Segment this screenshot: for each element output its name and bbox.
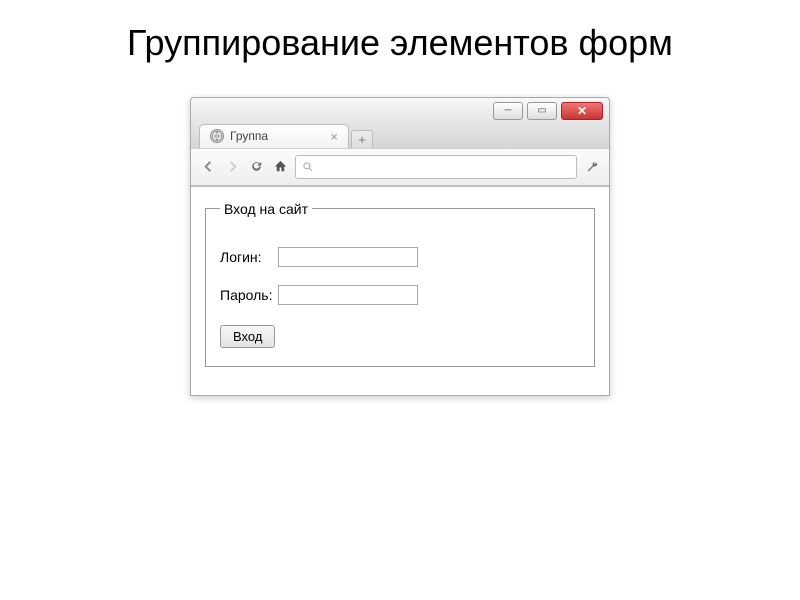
reload-icon[interactable]: [247, 158, 265, 176]
window-controls: ─ ▭ ✕: [191, 98, 609, 124]
navigation-toolbar: [191, 148, 609, 186]
password-label: Пароль:: [220, 287, 272, 303]
new-tab-button[interactable]: +: [351, 130, 373, 148]
browser-tab[interactable]: Группа ×: [199, 124, 349, 148]
login-row: Логин:: [220, 247, 580, 267]
search-icon: [302, 161, 314, 173]
browser-window: ─ ▭ ✕ Группа × +: [190, 97, 610, 396]
tab-bar: Группа × +: [191, 124, 609, 148]
home-icon[interactable]: [271, 158, 289, 176]
maximize-button[interactable]: ▭: [527, 102, 557, 120]
address-bar[interactable]: [295, 155, 577, 179]
wrench-icon[interactable]: [583, 158, 601, 176]
close-button[interactable]: ✕: [561, 102, 603, 120]
back-icon[interactable]: [199, 158, 217, 176]
globe-icon: [210, 129, 224, 143]
tab-close-icon[interactable]: ×: [330, 129, 338, 144]
password-row: Пароль:: [220, 285, 580, 305]
page-content: Вход на сайт Логин: Пароль: Вход: [191, 187, 609, 395]
login-label: Логин:: [220, 249, 272, 265]
submit-button[interactable]: Вход: [220, 325, 275, 348]
login-input[interactable]: [278, 247, 418, 267]
slide-title: Группирование элементов форм: [0, 0, 800, 97]
tab-title: Группа: [230, 129, 268, 143]
forward-icon[interactable]: [223, 158, 241, 176]
password-input[interactable]: [278, 285, 418, 305]
minimize-button[interactable]: ─: [493, 102, 523, 120]
window-chrome: ─ ▭ ✕ Группа × +: [191, 98, 609, 187]
fieldset-legend: Вход на сайт: [220, 201, 312, 217]
login-fieldset: Вход на сайт Логин: Пароль: Вход: [205, 201, 595, 367]
